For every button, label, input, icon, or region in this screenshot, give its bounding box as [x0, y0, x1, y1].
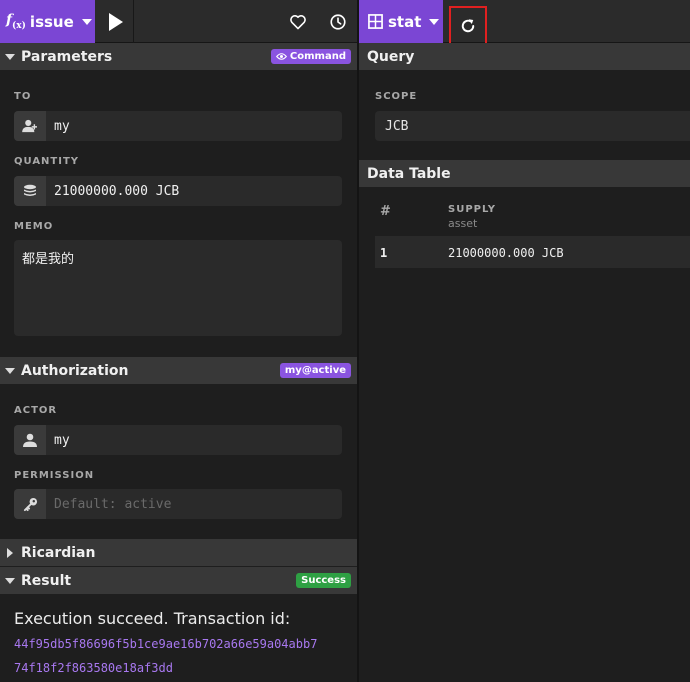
play-icon — [109, 12, 123, 31]
transaction-id-line-2[interactable]: 74f18f2f863580e18af3dd — [14, 661, 173, 675]
permission-placeholder: Default: active — [54, 496, 172, 512]
run-button[interactable] — [96, 0, 134, 43]
user-add-icon — [14, 111, 46, 141]
refresh-button[interactable] — [449, 6, 487, 45]
parameters-title: Parameters — [21, 48, 113, 65]
authorization-header[interactable]: Authorization my@active — [0, 357, 357, 384]
quantity-field[interactable]: 21000000.000 JCB — [14, 176, 342, 206]
scope-label: SCOPE — [375, 91, 418, 102]
data-table-header[interactable]: Data Table — [359, 160, 690, 187]
scope-input[interactable]: JCB — [375, 111, 690, 141]
table-select-button[interactable]: stat — [359, 0, 443, 43]
transaction-id-line-1[interactable]: 44f95db5f86696f5b1ce9ae16b702a66e59a04ab… — [14, 637, 317, 651]
chevron-down-icon — [429, 18, 440, 25]
refresh-icon — [461, 18, 475, 32]
collapse-icon — [5, 367, 15, 374]
permission-label: PERMISSION — [14, 470, 95, 481]
column-header-supply[interactable]: SUPPLY — [448, 204, 496, 215]
expand-icon — [7, 547, 13, 558]
actor-label: ACTOR — [14, 405, 58, 416]
result-title: Result — [21, 572, 72, 589]
action-name: issue — [29, 12, 74, 31]
permission-field[interactable]: Default: active — [14, 489, 342, 519]
action-select-button[interactable]: f(x) issue — [0, 0, 95, 43]
quantity-label: QUANTITY — [14, 156, 80, 167]
column-type-supply: asset — [448, 217, 478, 230]
memo-label: MEMO — [14, 221, 54, 232]
authorization-title: Authorization — [21, 362, 129, 379]
result-message: Execution succeed. Transaction id: — [14, 609, 291, 628]
collapse-icon — [5, 53, 15, 60]
query-header[interactable]: Query — [359, 43, 690, 70]
eye-icon — [275, 53, 287, 60]
supply-cell: 21000000.000 JCB — [448, 246, 564, 260]
favorite-button[interactable] — [280, 0, 316, 43]
history-button[interactable] — [320, 0, 356, 43]
table-panel: Query SCOPE JCB Data Table # SUPPLY asse… — [359, 43, 690, 682]
chevron-down-icon — [81, 18, 92, 25]
to-value: my — [54, 118, 70, 134]
clock-icon — [330, 13, 346, 30]
user-icon — [14, 425, 46, 455]
action-panel: Parameters Command TO my QUANTITY 210000… — [0, 43, 357, 682]
table-icon — [368, 14, 383, 29]
to-label: TO — [14, 91, 32, 102]
row-index: 1 — [380, 246, 388, 260]
column-header-index: # — [380, 204, 392, 219]
toolbar: f(x) issue stat — [0, 0, 690, 45]
actor-field[interactable]: my — [14, 425, 342, 455]
authorization-badge[interactable]: my@active — [279, 363, 351, 378]
coins-icon — [14, 176, 46, 206]
collapse-icon — [5, 577, 15, 584]
key-icon — [14, 489, 46, 519]
quantity-value: 21000000.000 JCB — [54, 183, 180, 199]
function-icon: f(x) — [6, 12, 26, 31]
table-name: stat — [388, 12, 422, 31]
memo-field[interactable]: 都是我的 — [14, 240, 342, 336]
success-badge: Success — [296, 573, 351, 588]
ricardian-title: Ricardian — [21, 544, 96, 561]
actor-value: my — [54, 432, 70, 448]
table-row[interactable]: 1 21000000.000 JCB — [375, 236, 690, 268]
result-header[interactable]: Result Success — [0, 567, 357, 594]
heart-icon — [290, 14, 306, 29]
to-field[interactable]: my — [14, 111, 342, 141]
command-badge[interactable]: Command — [270, 49, 351, 64]
ricardian-header[interactable]: Ricardian — [0, 539, 357, 566]
parameters-header[interactable]: Parameters Command — [0, 43, 357, 70]
